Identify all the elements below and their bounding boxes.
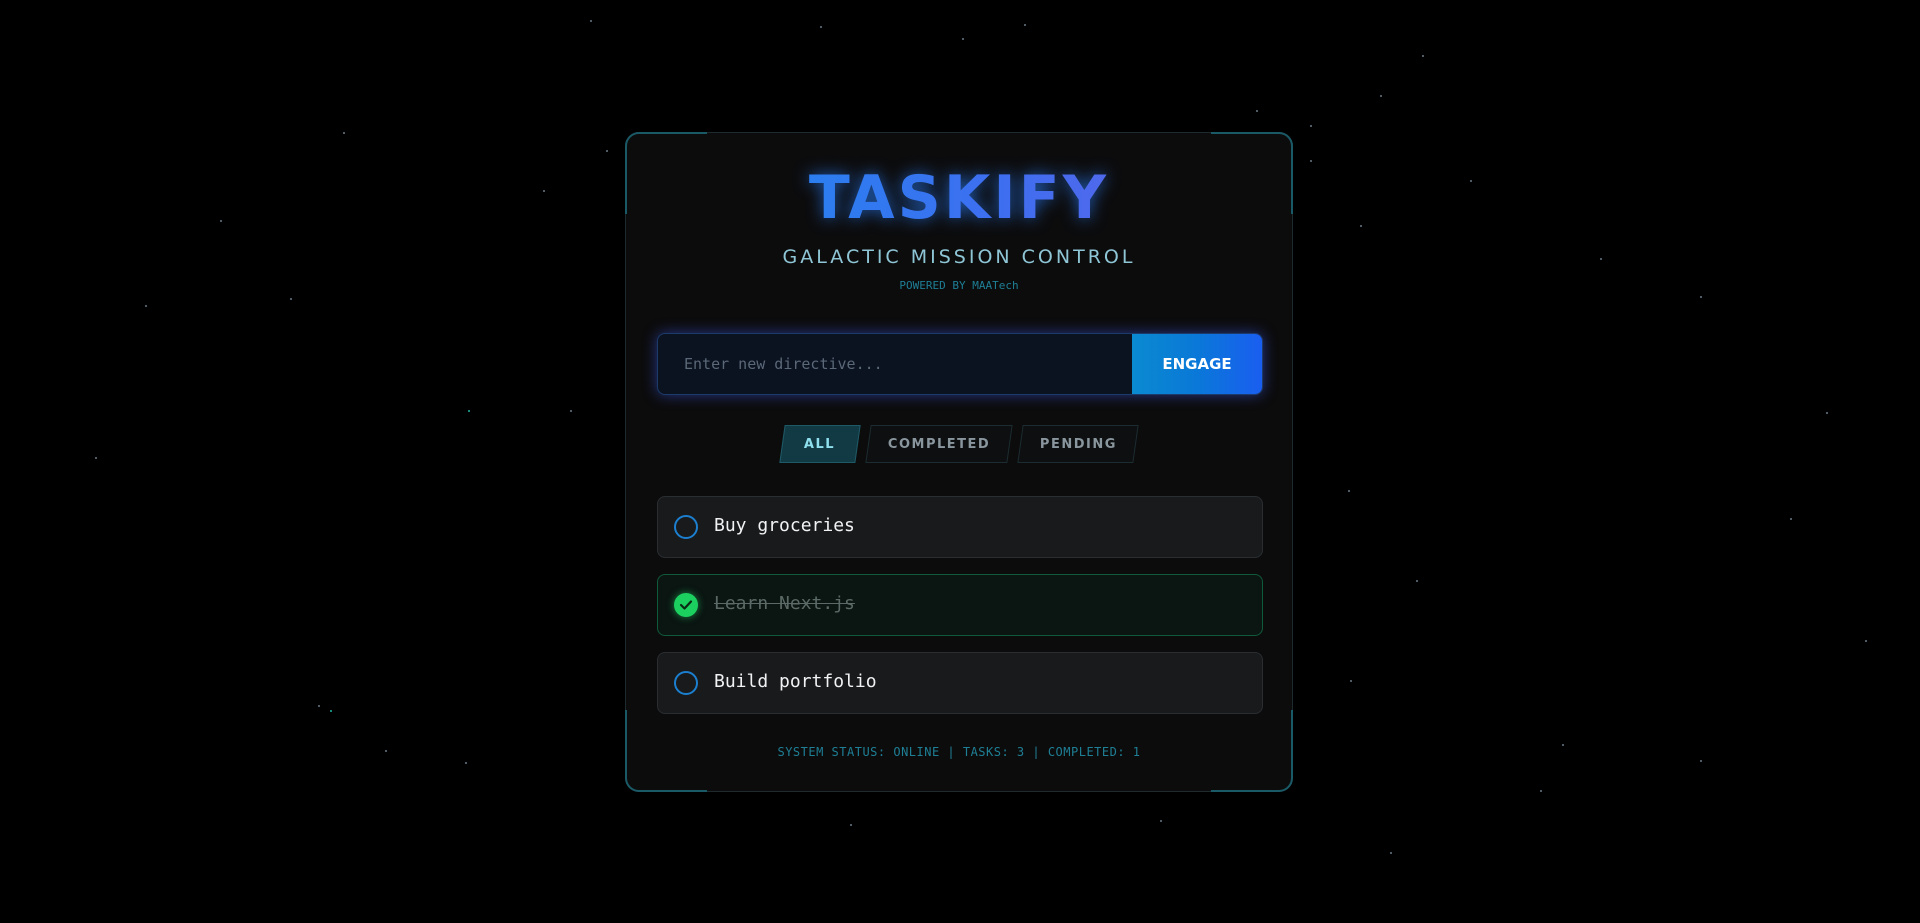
filter-tab-all[interactable]: ALL: [779, 425, 861, 463]
new-task-form: ENGAGE: [657, 333, 1263, 395]
filter-tab-label: ALL: [804, 436, 836, 452]
filter-tab-pending[interactable]: PENDING: [1017, 425, 1139, 463]
check-icon[interactable]: [674, 593, 698, 617]
main-panel: TASKIFY GALACTIC MISSION CONTROL POWERED…: [625, 132, 1293, 792]
app-title: TASKIFY: [626, 163, 1292, 233]
app-subtitle: GALACTIC MISSION CONTROL: [782, 246, 1136, 268]
new-task-input[interactable]: [658, 334, 1134, 394]
system-status-bar: SYSTEM STATUS: ONLINE | TASKS: 3 | COMPL…: [777, 745, 1141, 759]
task-text: Learn Next.js: [714, 593, 855, 614]
task-text: Buy groceries: [714, 515, 855, 536]
filter-tab-label: COMPLETED: [887, 436, 991, 452]
task-item[interactable]: Build portfolio: [657, 652, 1263, 714]
circle-icon[interactable]: [674, 671, 698, 695]
task-text: Build portfolio: [714, 671, 877, 692]
filter-tab-label: PENDING: [1039, 436, 1117, 452]
task-item[interactable]: Learn Next.js: [657, 574, 1263, 636]
circle-icon[interactable]: [674, 515, 698, 539]
task-item[interactable]: Buy groceries: [657, 496, 1263, 558]
engage-button[interactable]: ENGAGE: [1132, 334, 1262, 394]
powered-by-label: POWERED BY MAATech: [899, 279, 1019, 292]
filter-tabs: ALL COMPLETED PENDING: [626, 425, 1292, 463]
filter-tab-completed[interactable]: COMPLETED: [865, 425, 1013, 463]
